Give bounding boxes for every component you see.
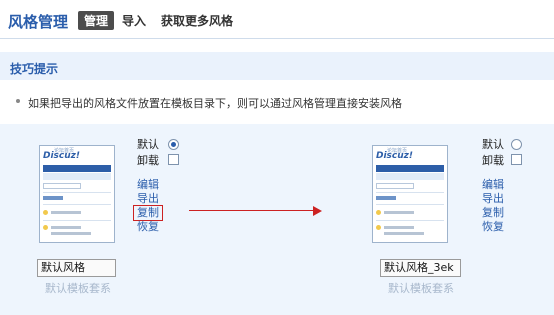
thumbnail-block (376, 196, 396, 200)
thumbnail-subbar (43, 173, 111, 180)
thumbnail-subbar (376, 173, 444, 180)
thumbnail-navbar (43, 165, 111, 172)
uninstall-checkbox[interactable] (511, 154, 522, 165)
header-divider (0, 38, 554, 39)
thumbnail-row (376, 220, 444, 221)
thumbnail-text-line (384, 232, 424, 235)
style-name-field[interactable]: 默认风格 (37, 259, 116, 277)
tip-text: 如果把导出的风格文件放置在模板目录下，则可以通过风格管理直接安装风格 (28, 97, 402, 110)
uninstall-label: 卸载 (137, 154, 159, 167)
arrow-line (189, 210, 314, 211)
style-thumbnail-copy: 论坛首页 Discuz! (372, 145, 448, 243)
style-thumbnail-default: 论坛首页 Discuz! (39, 145, 115, 243)
template-caption: 默认模板套系 (388, 282, 454, 295)
export-link[interactable]: 导出 (137, 192, 159, 206)
thumbnail-text-line (51, 226, 81, 229)
default-radio[interactable] (511, 139, 522, 150)
arrow-right-icon (313, 206, 322, 216)
export-link[interactable]: 导出 (482, 192, 504, 206)
copy-link[interactable]: 复制 (133, 205, 163, 221)
restore-link[interactable]: 恢复 (137, 220, 159, 234)
discuz-logo: Discuz! (43, 151, 80, 161)
copy-link[interactable]: 复制 (482, 206, 504, 220)
tip-bullet-icon (16, 99, 20, 103)
template-caption: 默认模板套系 (45, 282, 111, 295)
thumbnail-text-line (51, 211, 81, 214)
thumbnail-dot-icon (43, 225, 48, 230)
thumbnail-row (43, 220, 111, 221)
discuz-logo: Discuz! (376, 151, 413, 161)
thumbnail-text-line (51, 232, 91, 235)
tips-header-bar (0, 52, 554, 80)
page-title: 风格管理 (8, 13, 69, 31)
thumbnail-row (43, 192, 111, 193)
thumbnail-navbar (376, 165, 444, 172)
default-label: 默认 (137, 138, 159, 151)
thumbnail-row (376, 192, 444, 193)
default-radio[interactable] (168, 139, 179, 150)
thumbnail-row (43, 204, 111, 205)
uninstall-checkbox[interactable] (168, 154, 179, 165)
thumbnail-text-line (384, 226, 414, 229)
thumbnail-text-line (384, 211, 414, 214)
thumbnail-dot-icon (376, 225, 381, 230)
tips-title: 技巧提示 (10, 62, 59, 76)
thumbnail-search (376, 183, 414, 189)
tab-manage[interactable]: 管理 (78, 11, 115, 30)
thumbnail-row (376, 204, 444, 205)
tab-import[interactable]: 导入 (122, 12, 146, 29)
restore-link[interactable]: 恢复 (482, 220, 504, 234)
thumbnail-search (43, 183, 81, 189)
uninstall-label: 卸载 (482, 154, 504, 167)
tab-get-more-styles[interactable]: 获取更多风格 (161, 12, 233, 29)
thumbnail-dot-icon (376, 210, 381, 215)
edit-link[interactable]: 编辑 (482, 178, 504, 192)
edit-link[interactable]: 编辑 (137, 178, 159, 192)
thumbnail-block (43, 196, 63, 200)
thumbnail-dot-icon (43, 210, 48, 215)
style-name-field[interactable]: 默认风格_3ek (380, 259, 461, 277)
default-label: 默认 (482, 138, 504, 151)
